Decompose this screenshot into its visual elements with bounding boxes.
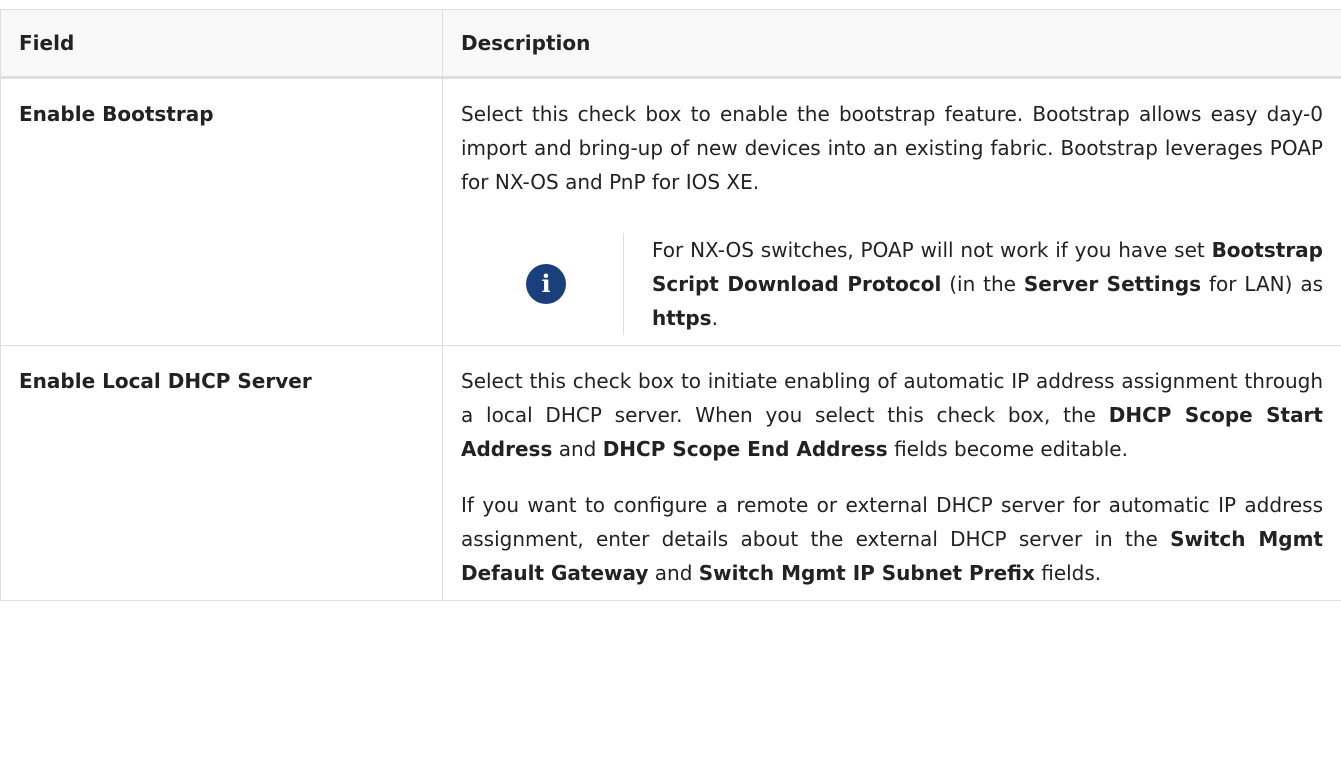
note-icon-cell: i	[461, 233, 624, 335]
note-text: (in the	[941, 272, 1024, 296]
note-bold-text: Server Settings	[1023, 272, 1202, 296]
paragraph-text: and	[552, 437, 603, 461]
table-row: Enable Local DHCP Server Select this che…	[0, 345, 1341, 601]
note-text: .	[711, 306, 718, 330]
paragraph-text: fields become editable.	[887, 437, 1128, 461]
fields-table: Field Description Enable Bootstrap Selec…	[0, 9, 1341, 601]
info-icon: i	[526, 264, 566, 304]
table-row: Enable Bootstrap Select this check box t…	[0, 77, 1341, 346]
description-paragraph: Select this check box to enable the boot…	[461, 97, 1323, 199]
note-text: for LAN) as	[1201, 272, 1323, 296]
paragraph-text: fields.	[1034, 561, 1102, 585]
header-field: Field	[0, 9, 443, 79]
paragraph-bold-text: Switch Mgmt IP Subnet Prefix	[698, 561, 1035, 585]
field-name-cell: Enable Local DHCP Server	[0, 345, 443, 601]
description-paragraph: Select this check box to initiate enabli…	[461, 364, 1323, 466]
note-box: i For NX-OS switches, POAP will not work…	[461, 233, 1323, 335]
header-description: Description	[442, 9, 1341, 79]
paragraph-bold-text: DHCP Scope End Address	[602, 437, 888, 461]
table-header-row: Field Description	[0, 9, 1341, 79]
paragraph-text: and	[648, 561, 699, 585]
note-content: For NX-OS switches, POAP will not work i…	[624, 233, 1323, 335]
description-cell: Select this check box to enable the boot…	[442, 77, 1341, 346]
description-cell: Select this check box to initiate enabli…	[442, 345, 1341, 601]
note-bold-text: https	[652, 306, 712, 330]
description-paragraph: If you want to configure a remote or ext…	[461, 488, 1323, 590]
field-name-cell: Enable Bootstrap	[0, 77, 443, 346]
note-text: For NX-OS switches, POAP will not work i…	[652, 238, 1212, 262]
paragraph-text: Select this check box to enable the boot…	[461, 102, 1323, 194]
